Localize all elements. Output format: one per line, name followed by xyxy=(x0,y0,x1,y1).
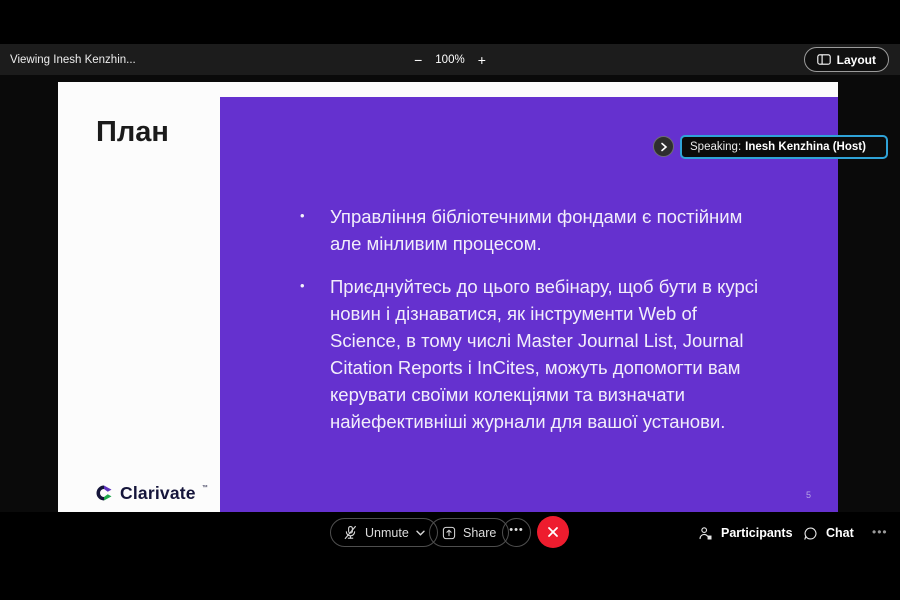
zoom-controls: − 100% + xyxy=(0,44,900,75)
slide-title: План xyxy=(96,116,169,148)
chat-button-label: Chat xyxy=(826,526,854,540)
close-icon xyxy=(547,526,559,538)
bullet-item: • Управління бібліотечними фондами є пос… xyxy=(220,203,838,257)
meeting-control-bar: Viewing Inesh Kenzhin... − 100% + Layout xyxy=(0,44,900,75)
clarivate-logo-icon xyxy=(94,483,114,503)
layout-button[interactable]: Layout xyxy=(803,47,889,72)
more-icon: ••• xyxy=(509,524,524,536)
bullet-text: Приєднуйтесь до цього вебінару, щоб бути… xyxy=(330,276,759,432)
speaking-indicator-toggle[interactable] xyxy=(653,136,674,157)
bullet-marker: • xyxy=(300,208,305,223)
unmute-button[interactable]: Unmute xyxy=(330,518,438,547)
chevron-down-icon xyxy=(416,530,425,536)
slide-page-number: 5 xyxy=(805,490,811,500)
leave-meeting-button[interactable] xyxy=(537,516,569,548)
share-button-label: Share xyxy=(463,525,497,540)
chat-icon xyxy=(803,526,818,541)
chevron-right-icon xyxy=(660,142,668,152)
layout-icon xyxy=(816,54,831,65)
share-button[interactable]: Share xyxy=(429,518,510,547)
share-icon xyxy=(442,526,456,540)
speaking-indicator: Speaking: Inesh Kenzhina (Host) xyxy=(680,135,888,159)
zoom-out-button[interactable]: − xyxy=(412,53,424,67)
bullet-text: Управління бібліотечними фондами є пості… xyxy=(330,206,743,254)
speaking-prefix: Speaking: xyxy=(690,141,742,153)
toolbar-overflow-button[interactable]: ••• xyxy=(866,524,894,540)
clarivate-trademark: ™ xyxy=(201,485,208,491)
bullet-item: • Приєднуйтесь до цього вебінару, щоб бу… xyxy=(220,273,838,435)
participants-button-label: Participants xyxy=(721,526,793,540)
unmute-button-label: Unmute xyxy=(365,525,409,540)
speaking-name: Inesh Kenzhina (Host) xyxy=(745,141,866,153)
clarivate-logo: Clarivate ™ xyxy=(94,483,208,503)
zoom-in-button[interactable]: + xyxy=(476,53,488,67)
zoom-level: 100% xyxy=(435,53,465,66)
participants-button[interactable]: Participants xyxy=(692,520,799,546)
chat-button[interactable]: Chat xyxy=(797,520,860,546)
layout-button-label: Layout xyxy=(836,52,876,67)
slide-bullet-list: • Управління бібліотечними фондами є пос… xyxy=(220,203,838,451)
mic-off-icon xyxy=(343,525,358,540)
bullet-marker: • xyxy=(300,278,305,293)
participants-icon xyxy=(698,526,713,541)
slide-purple-panel: • Управління бібліотечними фондами є пос… xyxy=(220,97,838,512)
more-options-button[interactable]: ••• xyxy=(502,518,531,547)
clarivate-wordmark: Clarivate xyxy=(120,483,196,503)
